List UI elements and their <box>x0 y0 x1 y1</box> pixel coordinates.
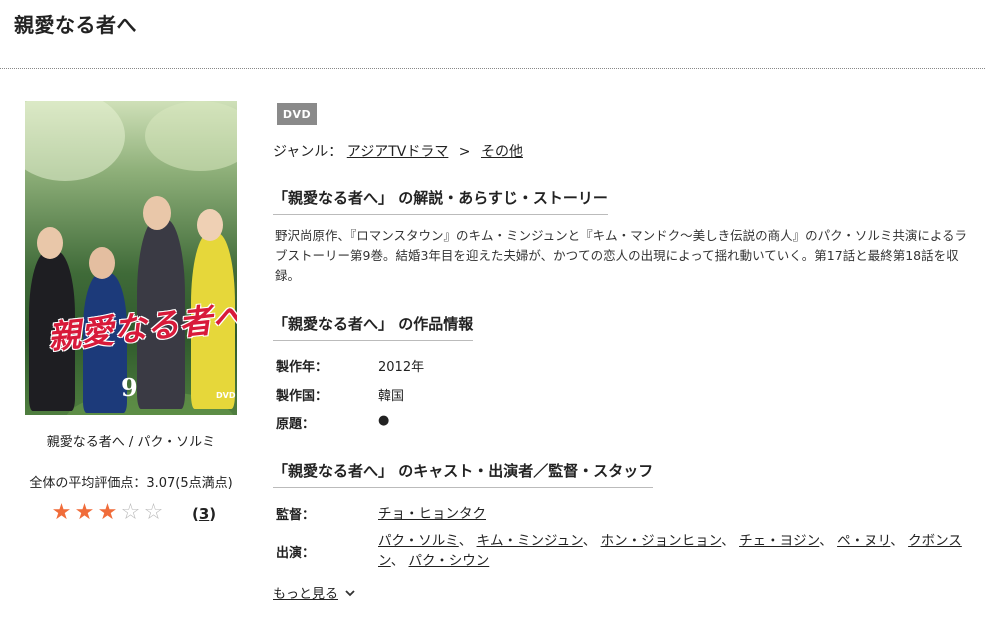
synopsis-text: 野沢尚原作、『ロマンスタウン』のキム・ミンジュンと『キム・マンドク〜美しき伝説の… <box>275 228 968 283</box>
info-value-country: 韓国 <box>378 389 405 404</box>
page-title: 親愛なる者へ <box>14 13 137 37</box>
star-empty-icon: ☆ <box>143 500 164 525</box>
director-value: チョ・ヒョンタク <box>378 502 486 522</box>
genre-breadcrumb: ジャンル： アジアTVドラマ > その他 <box>273 141 523 161</box>
actor-link[interactable]: ホン・ジョンヒョン <box>601 533 722 549</box>
rating-summary: 全体の平均評価点：3.07(5点満点) <box>29 476 233 491</box>
actor-list: パク・ソルミ、 キム・ミンジュン、 ホン・ジョンヒョン、 チェ・ヨジン、 ペ・ヌ… <box>378 531 973 571</box>
more-link-wrapper: もっと見る <box>273 583 356 602</box>
actor-link[interactable]: チェ・ヨジン <box>739 533 819 549</box>
actor-link[interactable]: キム・ミンジュン <box>477 533 583 549</box>
actor-separator: 、 <box>890 533 909 549</box>
actor-link[interactable]: パク・ソルミ <box>378 533 459 549</box>
rating-stars: ★ ★ ★ ☆ ☆ <box>50 501 165 525</box>
info-value-original-title: ● <box>378 413 390 428</box>
info-heading: 「親愛なる者へ」 の作品情報 <box>273 313 474 341</box>
genre-separator: > <box>458 144 471 160</box>
info-label-year: 製作年： <box>276 360 329 375</box>
cover-figure-head <box>197 209 223 241</box>
actor-separator: 、 <box>458 533 477 549</box>
title-divider <box>0 68 985 69</box>
genre-link-asia-tv-drama[interactable]: アジアTVドラマ <box>347 144 449 160</box>
cover-figure-head <box>89 247 115 279</box>
genre-link-other[interactable]: その他 <box>481 144 523 160</box>
director-label: 監督： <box>276 508 316 523</box>
director-link[interactable]: チョ・ヒョンタク <box>378 506 486 522</box>
star-empty-icon: ☆ <box>120 500 141 525</box>
review-count-close: ) <box>209 505 217 523</box>
cover-figure-head <box>143 196 171 230</box>
star-filled-icon: ★ <box>97 500 118 525</box>
genre-label: ジャンル： <box>273 144 343 160</box>
actor-link[interactable]: ペ・ヌリ <box>837 533 890 549</box>
actor-separator: 、 <box>721 533 740 549</box>
actors-label: 出演： <box>276 546 316 561</box>
synopsis-heading: 「親愛なる者へ」 の解説・あらすじ・ストーリー <box>273 187 608 215</box>
info-value-year: 2012年 <box>378 360 425 375</box>
actor-separator: 、 <box>819 533 838 549</box>
actor-separator: 、 <box>582 533 601 549</box>
star-filled-icon: ★ <box>74 500 95 525</box>
review-count-link[interactable]: 3 <box>199 505 209 523</box>
review-count: (3) <box>192 505 216 523</box>
cover-figure-head <box>37 227 63 259</box>
cover-foliage <box>25 101 125 181</box>
more-link[interactable]: もっと見る <box>273 583 338 602</box>
cover-caption: 親愛なる者へ / パク・ソルミ <box>46 435 216 450</box>
star-filled-icon: ★ <box>51 500 72 525</box>
cast-heading: 「親愛なる者へ」 のキャスト・出演者／監督・スタッフ <box>273 460 654 488</box>
info-label-original-title: 原題： <box>276 417 316 432</box>
review-count-open: ( <box>192 505 199 523</box>
info-label-country: 製作国： <box>276 389 329 404</box>
cover-volume-number: 9 <box>121 373 138 402</box>
cover-image[interactable]: 親愛なる者へ 9 DVD <box>25 101 237 415</box>
format-badge: DVD <box>277 103 317 125</box>
actor-separator: 、 <box>390 553 409 569</box>
cover-foliage <box>145 101 237 171</box>
cover-dvd-mark: DVD <box>216 391 236 400</box>
actor-link[interactable]: パク・シウン <box>409 553 490 569</box>
chevron-down-icon[interactable] <box>344 587 356 599</box>
